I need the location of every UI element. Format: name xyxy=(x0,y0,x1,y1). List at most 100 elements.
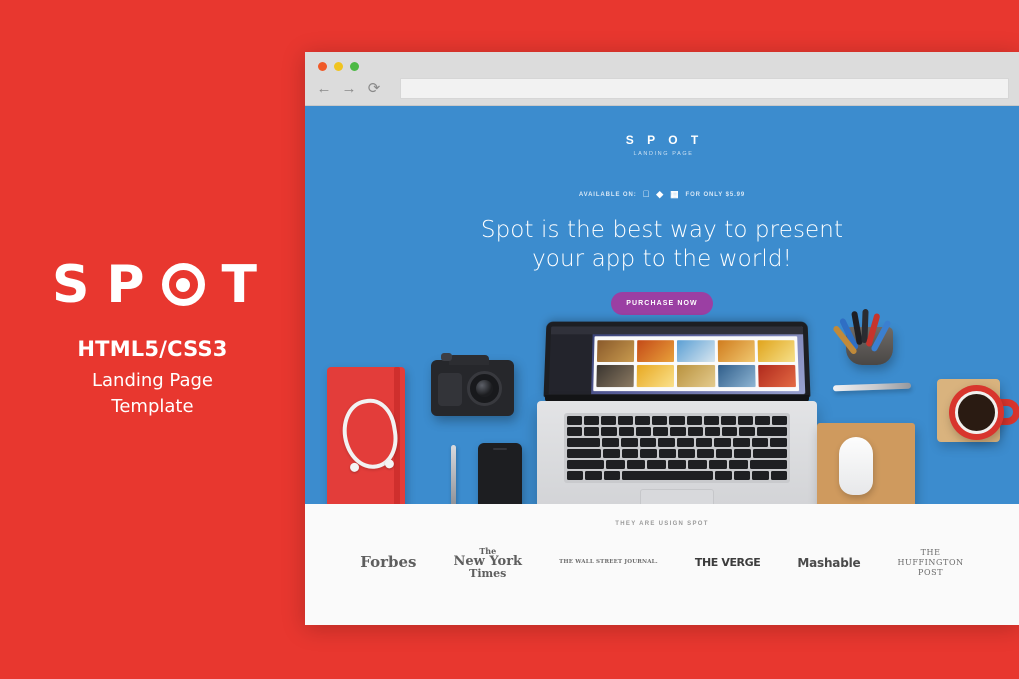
clients-section: THEY ARE USIGN SPOT Forbes The New York … xyxy=(305,504,1019,625)
key xyxy=(705,427,720,436)
browser-window: ← → ⟳ S P O T LANDING PAGE AVAILABLE ON:… xyxy=(305,52,1019,625)
key xyxy=(601,427,616,436)
key xyxy=(716,449,733,458)
brand-letter-t: T xyxy=(222,259,257,311)
clients-logo-row: Forbes The New York Times THE WALL STREE… xyxy=(305,547,1019,579)
thumbnail xyxy=(637,365,675,387)
key xyxy=(567,427,582,436)
client-logo-mashable[interactable]: Mashable xyxy=(797,557,860,570)
key xyxy=(619,427,634,436)
key-space xyxy=(622,471,713,480)
thumbnail xyxy=(677,340,714,362)
key xyxy=(687,416,702,425)
key xyxy=(721,416,736,425)
browser-toolbar: ← → ⟳ xyxy=(317,78,1009,99)
price-label: FOR ONLY $5.99 xyxy=(686,192,746,198)
hero-section: S P O T LANDING PAGE AVAILABLE ON:  ◆ ▦… xyxy=(305,106,1019,504)
key xyxy=(734,471,750,480)
brand-letter-p: P xyxy=(106,259,144,311)
client-logo-huffington-post[interactable]: THE HUFFINGTON POST xyxy=(897,548,963,578)
key-tab xyxy=(567,438,600,447)
key xyxy=(752,471,768,480)
key xyxy=(733,438,750,447)
key xyxy=(704,416,719,425)
cta-container: PURCHASE NOW xyxy=(305,292,1019,315)
thumbnail xyxy=(757,340,795,362)
thumbnail xyxy=(718,365,756,387)
thumbnail xyxy=(758,365,796,387)
available-label: AVAILABLE ON: xyxy=(579,192,637,198)
laptop-trackpad xyxy=(640,489,714,504)
purchase-now-button[interactable]: PURCHASE NOW xyxy=(611,292,713,315)
red-coffee-cup xyxy=(949,385,1004,440)
silver-pen-right xyxy=(833,383,911,392)
hero-logo[interactable]: S P O T LANDING PAGE xyxy=(305,106,1019,157)
key xyxy=(772,416,787,425)
key xyxy=(688,460,707,469)
screen-thumbnail-grid xyxy=(593,336,799,391)
key-shift xyxy=(567,460,604,469)
key xyxy=(738,416,753,425)
target-icon xyxy=(162,263,205,306)
hero-logo-word: S P O T xyxy=(310,133,1019,147)
camera-lens xyxy=(467,371,502,406)
key xyxy=(602,438,619,447)
key xyxy=(678,449,695,458)
key xyxy=(670,427,685,436)
brand-type-line1: Landing Page xyxy=(92,368,213,394)
thumbnail xyxy=(677,365,715,387)
hero-headline: Spot is the best way to present your app… xyxy=(305,216,1019,275)
forward-icon[interactable]: → xyxy=(342,81,356,97)
close-window-button[interactable] xyxy=(318,62,327,71)
key xyxy=(677,438,694,447)
client-logo-wall-street-journal[interactable]: THE WALL STREET JOURNAL. xyxy=(559,560,658,566)
key xyxy=(752,438,769,447)
key xyxy=(688,427,703,436)
camera-shutter-button xyxy=(441,353,452,361)
minimize-window-button[interactable] xyxy=(334,62,343,71)
laptop-base xyxy=(537,401,817,504)
keyboard-row xyxy=(567,471,787,480)
key xyxy=(621,438,638,447)
apple-icon:  xyxy=(643,190,651,199)
brand-letter-s: S xyxy=(52,259,89,311)
key xyxy=(647,460,666,469)
digital-camera xyxy=(431,360,514,416)
brand-panel: S P T HTML5/CSS3 Landing Page Template xyxy=(0,0,305,679)
clients-title: THEY ARE USIGN SPOT xyxy=(305,504,1019,527)
key xyxy=(618,416,633,425)
key-backspace xyxy=(757,427,787,436)
windows-icon: ▦ xyxy=(670,190,679,199)
keyboard-row xyxy=(567,427,787,436)
thumbnail xyxy=(596,365,634,387)
key xyxy=(696,438,713,447)
client-logo-the-verge[interactable]: THE VERGE xyxy=(695,557,761,569)
key xyxy=(734,449,751,458)
huff-line3: POST xyxy=(897,568,963,578)
maximize-window-button[interactable] xyxy=(350,62,359,71)
pens-in-cup xyxy=(840,305,902,347)
url-input[interactable] xyxy=(400,78,1009,99)
back-icon[interactable]: ← xyxy=(317,81,331,97)
key xyxy=(584,416,599,425)
key xyxy=(715,471,731,480)
key xyxy=(627,460,646,469)
key-caps xyxy=(567,449,601,458)
hero-logo-subtitle: LANDING PAGE xyxy=(308,151,1019,157)
silver-pen-left xyxy=(451,445,456,504)
key xyxy=(604,471,620,480)
reload-icon[interactable]: ⟳ xyxy=(367,81,381,97)
android-icon: ◆ xyxy=(656,190,664,199)
key xyxy=(606,460,625,469)
keyboard-row xyxy=(567,460,787,469)
client-logo-forbes[interactable]: Forbes xyxy=(360,555,416,571)
client-logo-new-york-times[interactable]: The New York Times xyxy=(454,547,523,579)
key xyxy=(668,460,687,469)
key xyxy=(603,449,620,458)
window-controls[interactable] xyxy=(318,62,359,71)
camera-grip xyxy=(438,373,462,406)
black-smartphone xyxy=(478,443,522,504)
hero-headline-line1: Spot is the best way to present xyxy=(305,216,1019,245)
key xyxy=(669,416,684,425)
availability-row: AVAILABLE ON:  ◆ ▦ FOR ONLY $5.99 xyxy=(305,190,1019,199)
